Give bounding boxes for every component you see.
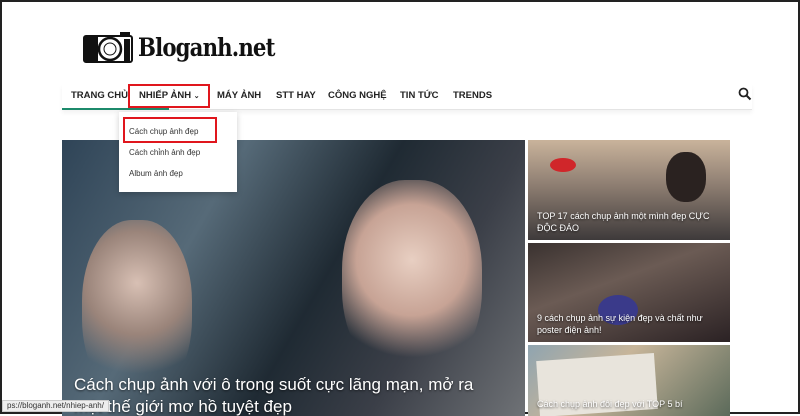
status-bar-url: ps://bloganh.net/nhiep-anh/ [2, 400, 109, 412]
dropdown-menu: Cách chụp ảnh đẹp Cách chỉnh ảnh đẹp Alb… [119, 112, 237, 192]
nav-cong-nghe[interactable]: CÔNG NGHỆ [328, 90, 387, 101]
dropdown-item-cach-chup[interactable]: Cách chụp ảnh đẹp [129, 127, 198, 136]
nav-stt-hay[interactable]: STT HAY [276, 90, 316, 101]
nav-trends[interactable]: TRENDS [453, 90, 492, 101]
hero-title[interactable]: Cách chụp ảnh với ô trong suốt cực lãng … [74, 374, 494, 416]
chevron-down-icon: ⌄ [193, 93, 200, 100]
post-card-title[interactable]: TOP 17 cách chụp ảnh một mình đẹp CỰC ĐỘ… [537, 210, 722, 234]
hair-shape [666, 152, 706, 202]
active-underline [62, 108, 169, 110]
nav-nhiep-anh[interactable]: NHIẾP ẢNH ⌄ [139, 90, 200, 101]
post-card[interactable]: Cách chụp ảnh đôi đẹp với TOP 5 bí [528, 345, 730, 416]
nav-tin-tuc[interactable]: TIN TỨC [400, 90, 439, 101]
main-nav: TRANG CHỦ NHIẾP ẢNH ⌄ MÁY ẢNH STT HAY CÔ… [62, 84, 752, 110]
nav-trang-chu[interactable]: TRANG CHỦ [71, 90, 128, 101]
dropdown-item-album[interactable]: Album ảnh đẹp [129, 169, 183, 178]
post-card-title[interactable]: Cách chụp ảnh đôi đẹp với TOP 5 bí [537, 398, 722, 410]
camera-icon [83, 32, 133, 63]
site-name: Bloganh.net [138, 32, 275, 62]
post-card[interactable]: TOP 17 cách chụp ảnh một mình đẹp CỰC ĐỘ… [528, 140, 730, 240]
post-card[interactable]: 9 cách chụp ảnh sự kiện đẹp và chất như … [528, 243, 730, 342]
nav-nhiep-anh-label: NHIẾP ẢNH [139, 90, 192, 101]
dropdown-item-cach-chinh[interactable]: Cách chỉnh ảnh đẹp [129, 148, 200, 157]
post-card-title[interactable]: 9 cách chụp ảnh sự kiện đẹp và chất như … [537, 312, 722, 336]
hat-shape [550, 158, 576, 172]
search-icon[interactable] [738, 87, 752, 101]
site-logo[interactable]: Bloganh.net [82, 30, 299, 64]
nav-may-anh[interactable]: MÁY ẢNH [217, 90, 261, 101]
